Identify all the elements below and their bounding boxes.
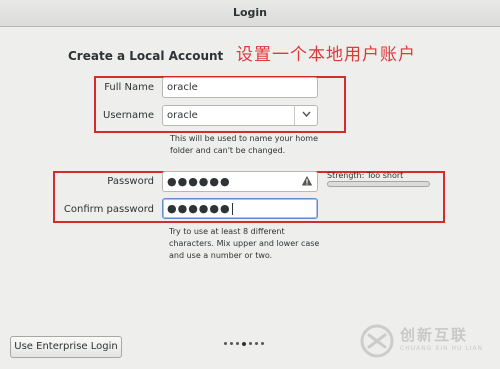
username-value: oracle <box>167 110 198 121</box>
window-titlebar: Login <box>0 0 500 27</box>
confirm-password-field[interactable]: ●●●●●● <box>162 198 318 219</box>
text-cursor <box>231 203 233 215</box>
password-hint-line: characters. Mix upper and lower case <box>169 239 320 248</box>
username-combo[interactable]: oracle <box>162 105 318 126</box>
watermark-text: 创新互联 <box>400 326 469 344</box>
page-dot-active <box>242 341 246 346</box>
password-field[interactable]: ●●●●●● <box>162 171 318 192</box>
password-hint-line: Try to use at least 8 different <box>169 227 285 236</box>
watermark: 创新互联 CHUANG XIN HU LIAN <box>360 320 500 360</box>
strength-meter <box>327 181 430 187</box>
watermark-subtext: CHUANG XIN HU LIAN <box>400 345 484 352</box>
username-hint: This will be used to name your home fold… <box>170 133 318 157</box>
warning-icon <box>301 176 313 186</box>
password-hint: Try to use at least 8 different characte… <box>169 226 319 262</box>
page-dot <box>230 342 233 345</box>
full-name-label: Full Name <box>104 82 154 93</box>
page-dot <box>249 342 252 345</box>
annotation-text: 设置一个本地用户账户 <box>236 45 416 65</box>
chevron-down-icon[interactable] <box>294 106 317 125</box>
password-label: Password <box>107 176 154 187</box>
watermark-logo-icon <box>360 324 394 358</box>
password-value: ●●●●●● <box>167 175 231 188</box>
confirm-password-value: ●●●●●● <box>167 202 231 215</box>
window-title: Login <box>232 6 268 19</box>
username-hint-line: folder and can't be changed. <box>170 146 286 155</box>
strength-label: Strength: Too short <box>327 171 404 180</box>
page-title: Create a Local Account <box>68 49 224 63</box>
password-hint-line: and use a number or two. <box>169 251 273 260</box>
username-label: Username <box>103 110 154 121</box>
page-dot <box>261 342 264 345</box>
full-name-value: oracle <box>167 82 198 93</box>
confirm-password-label: Confirm password <box>63 204 154 215</box>
page-dot <box>255 342 258 345</box>
username-hint-line: This will be used to name your home <box>170 134 318 143</box>
use-enterprise-login-button[interactable]: Use Enterprise Login <box>10 336 122 358</box>
page-dot <box>236 342 239 345</box>
page-indicator <box>224 341 264 346</box>
page-dot <box>224 342 227 345</box>
full-name-field[interactable]: oracle <box>162 77 318 98</box>
